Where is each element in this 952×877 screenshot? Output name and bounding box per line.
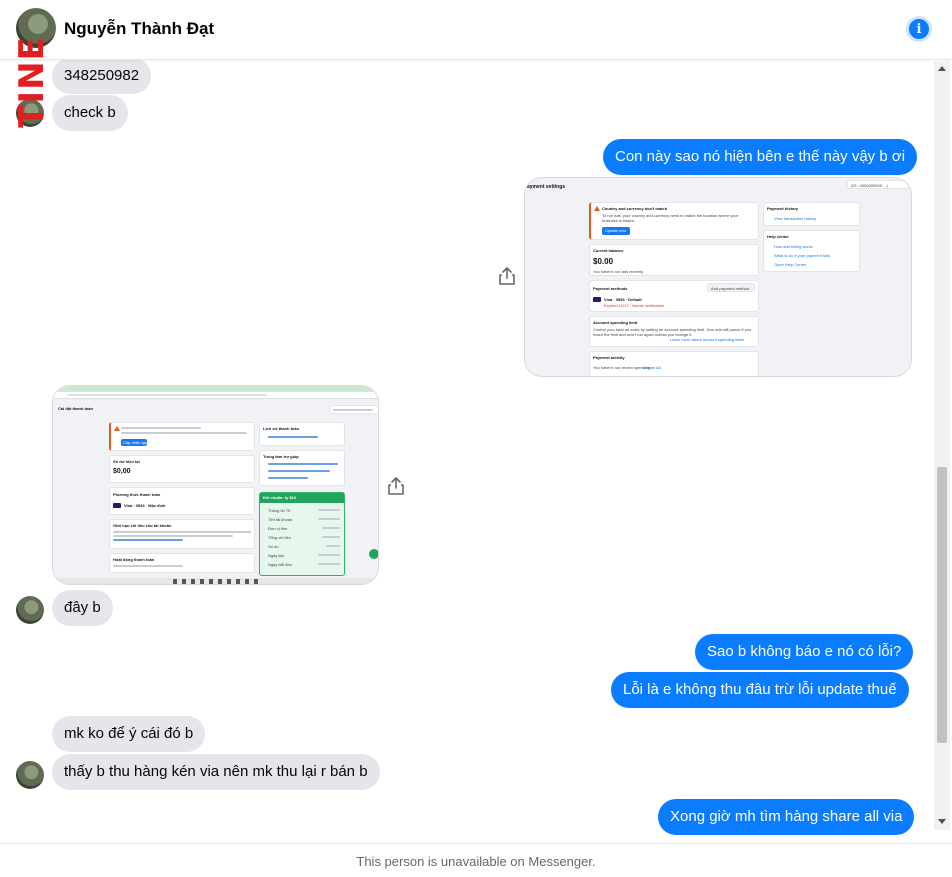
message-incoming[interactable]: check b bbox=[52, 95, 128, 131]
message-outgoing[interactable]: Sao b không báo e nó có lỗi? bbox=[695, 634, 914, 670]
message-incoming[interactable]: đây b bbox=[52, 590, 113, 626]
shot-vi-help-card: Trung tâm trợ giúp bbox=[259, 450, 345, 486]
scrollbar-thumb[interactable] bbox=[937, 467, 947, 743]
message-outgoing[interactable]: Lỗi là e không thu đâu trừ lỗi update th… bbox=[611, 672, 909, 708]
shot-vi-title: Cài đặt thanh toán bbox=[58, 406, 93, 411]
shot-vi-extension-panel: Kết chuẩn: ty $10 Thông tin TK Tên tài k… bbox=[259, 492, 345, 576]
scroll-down-arrow-icon[interactable] bbox=[938, 819, 946, 824]
message-incoming[interactable]: thấy b thu hàng kén via nên mk thu lại r… bbox=[52, 754, 380, 790]
shot-activity-card: Payment activity You haven't run recent … bbox=[589, 351, 759, 376]
shot-vi-methods-card: Phương thức thanh toán Visa · 3993 · Mặc… bbox=[109, 487, 255, 515]
shot-page-title: ayment settings bbox=[527, 184, 566, 190]
message-incoming[interactable]: 348250982 bbox=[52, 58, 152, 94]
message-image-incoming[interactable]: Cài đặt thanh toán Cập nhật ngay Số dư h… bbox=[52, 385, 379, 585]
watermark-logo: TINE bbox=[12, 36, 52, 128]
conversation-header: Nguyễn Thành Đạt i bbox=[0, 0, 952, 60]
shot-account-select: (ID:: 0000000000 ...) bbox=[847, 180, 910, 189]
message-outgoing[interactable]: Xong giờ mh tìm hàng share all via bbox=[658, 799, 915, 835]
shot-vi-fab bbox=[369, 549, 378, 559]
unavailable-notice: This person is unavailable on Messenger. bbox=[0, 843, 952, 877]
shot-methods-card: Payment methods Add payment method Visa … bbox=[589, 280, 759, 312]
shot-vi-history-card: Lịch sử thanh toán bbox=[259, 422, 345, 446]
contact-avatar-small[interactable] bbox=[16, 761, 44, 789]
shot-warning-card: Country and currency don't match To run … bbox=[589, 202, 759, 240]
shot-help-card: Help center How add billing works What t… bbox=[763, 230, 860, 272]
info-icon[interactable]: i bbox=[906, 16, 932, 42]
shot-vi-account-select bbox=[329, 405, 378, 414]
shot-balance-card: Current balance $0.00 You haven't run ad… bbox=[589, 244, 759, 276]
shot-vi-activity-card: Hoạt động thanh toán bbox=[109, 553, 255, 573]
share-icon[interactable] bbox=[387, 476, 405, 496]
share-icon[interactable] bbox=[498, 266, 516, 286]
message-image-outgoing[interactable]: ayment settings (ID:: 0000000000 ...) Co… bbox=[524, 177, 912, 377]
warning-icon bbox=[594, 206, 600, 211]
shot-taskbar bbox=[53, 578, 378, 584]
contact-avatar-small[interactable] bbox=[16, 596, 44, 624]
shot-history-card: Payment history View transaction history bbox=[763, 202, 860, 226]
contact-name[interactable]: Nguyễn Thành Đạt bbox=[64, 19, 214, 39]
shot-limit-card: Account spending limit Control your tota… bbox=[589, 316, 759, 347]
scroll-up-arrow-icon[interactable] bbox=[938, 66, 946, 71]
scrollbar[interactable] bbox=[934, 62, 950, 830]
shot-vi-limit-card: Giới hạn chi tiêu cho tài khoản bbox=[109, 519, 255, 549]
shot-vi-balance-card: Số dư hiện tại $0,00 bbox=[109, 455, 255, 483]
visa-card-icon bbox=[113, 503, 121, 508]
shot-address-bar bbox=[53, 392, 378, 399]
warning-icon bbox=[114, 426, 120, 431]
shot-vi-warning-card: Cập nhật ngay bbox=[109, 422, 255, 451]
visa-card-icon bbox=[593, 297, 601, 302]
message-outgoing[interactable]: Con này sao nó hiện bên e thế này vậy b … bbox=[603, 139, 918, 175]
message-incoming[interactable]: mk ko để ý cái đó b bbox=[52, 716, 206, 752]
